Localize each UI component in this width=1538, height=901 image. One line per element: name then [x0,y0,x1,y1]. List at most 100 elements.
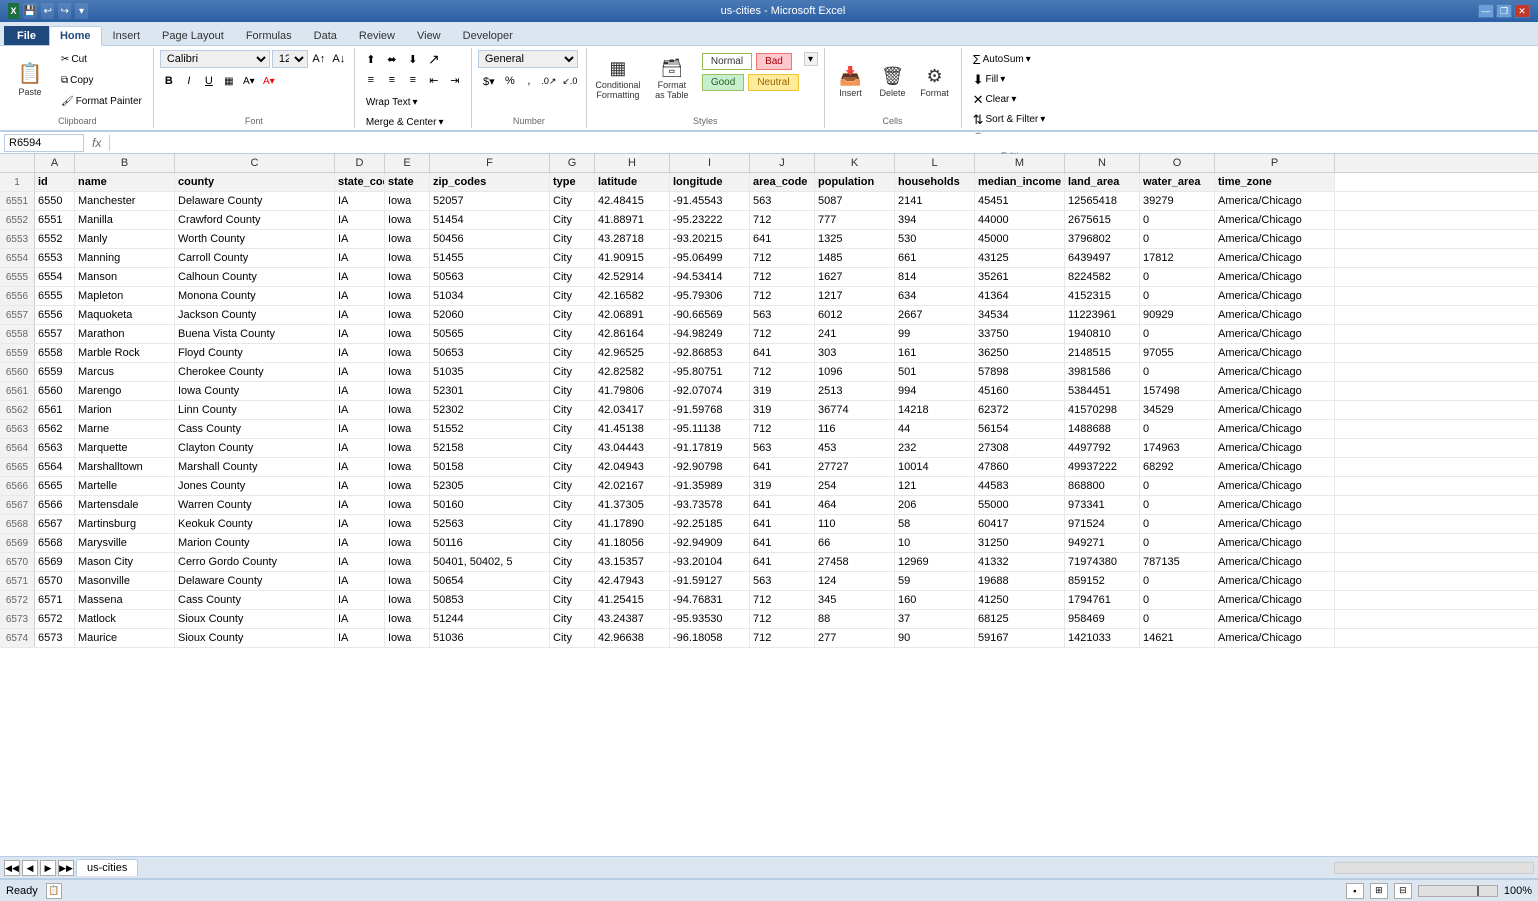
cell[interactable]: 116 [815,420,895,438]
format-table-button[interactable]: 🗃 Format as Table [647,50,697,108]
cell[interactable]: -93.20215 [670,230,750,248]
cell[interactable]: America/Chicago [1215,572,1335,590]
cell[interactable]: America/Chicago [1215,363,1335,381]
cell[interactable]: Martinsburg [75,515,175,533]
insert-button[interactable]: 📥 Insert [831,53,871,111]
cell[interactable]: Iowa [385,249,430,267]
cell[interactable]: America/Chicago [1215,439,1335,457]
format-button[interactable]: ⚙ Format [915,53,955,111]
cell[interactable]: 6567 [35,515,75,533]
cell[interactable]: 52301 [430,382,550,400]
table-row[interactable]: 65576556MaquoketaJackson CountyIAIowa520… [0,306,1538,325]
cell[interactable]: 41.18056 [595,534,670,552]
cell[interactable]: 41.88971 [595,211,670,229]
border-btn[interactable]: ▦ [220,72,238,90]
align-bottom-btn[interactable]: ⬇ [403,50,423,68]
cell[interactable]: America/Chicago [1215,629,1335,647]
cell[interactable]: IA [335,572,385,590]
col-header-P[interactable]: P [1215,154,1335,172]
align-right-btn[interactable]: ≡ [403,71,423,89]
cell[interactable]: Marble Rock [75,344,175,362]
cell[interactable]: 41.37305 [595,496,670,514]
cell[interactable]: Delaware County [175,572,335,590]
close-btn[interactable]: ✕ [1514,4,1530,18]
cell[interactable]: City [550,249,595,267]
cell[interactable]: -94.98249 [670,325,750,343]
cell[interactable]: 501 [895,363,975,381]
cell[interactable]: 859152 [1065,572,1140,590]
cell[interactable]: 1940810 [1065,325,1140,343]
cell[interactable]: Mason City [75,553,175,571]
table-row[interactable]: 65706569Mason CityCerro Gordo CountyIAIo… [0,553,1538,572]
cell[interactable]: 6561 [35,401,75,419]
cell[interactable]: -92.07074 [670,382,750,400]
cell[interactable]: 41.17890 [595,515,670,533]
table-row[interactable]: 65596558Marble RockFloyd CountyIAIowa506… [0,344,1538,363]
cell[interactable]: Iowa [385,439,430,457]
cell[interactable]: 0 [1140,325,1215,343]
cell[interactable]: type [550,173,595,191]
cell[interactable]: 0 [1140,230,1215,248]
cell[interactable]: 0 [1140,515,1215,533]
cell[interactable]: land_area [1065,173,1140,191]
cell[interactable]: 814 [895,268,975,286]
cell[interactable]: Floyd County [175,344,335,362]
cell[interactable]: 58 [895,515,975,533]
table-row[interactable]: 65736572MatlockSioux CountyIAIowa51244Ci… [0,610,1538,629]
cell[interactable]: 49937222 [1065,458,1140,476]
cell[interactable]: City [550,610,595,628]
cell[interactable]: water_area [1140,173,1215,191]
cell[interactable]: Carroll County [175,249,335,267]
cell[interactable]: 41.90915 [595,249,670,267]
table-row[interactable]: 65716570MasonvilleDelaware CountyIAIowa5… [0,572,1538,591]
cell[interactable]: Maurice [75,629,175,647]
cell[interactable]: -90.66569 [670,306,750,324]
cell[interactable]: America/Chicago [1215,249,1335,267]
cell[interactable]: 787135 [1140,553,1215,571]
sheet-tab-us-cities[interactable]: us-cities [76,859,138,876]
cell[interactable]: 6565 [35,477,75,495]
col-header-F[interactable]: F [430,154,550,172]
cell[interactable]: City [550,382,595,400]
cell[interactable]: 4497792 [1065,439,1140,457]
cell[interactable]: 41570298 [1065,401,1140,419]
cell[interactable]: Buena Vista County [175,325,335,343]
cell[interactable]: zip_codes [430,173,550,191]
cell[interactable]: City [550,515,595,533]
table-row[interactable]: 65586557MarathonBuena Vista CountyIAIowa… [0,325,1538,344]
page-break-view-btn[interactable]: ⊟ [1394,883,1412,899]
cell[interactable]: 12565418 [1065,192,1140,210]
cell[interactable]: 42.48415 [595,192,670,210]
cell[interactable]: Iowa [385,591,430,609]
cell[interactable]: America/Chicago [1215,230,1335,248]
cell[interactable]: 949271 [1065,534,1140,552]
col-header-A[interactable]: A [35,154,75,172]
cell[interactable]: 43.04443 [595,439,670,457]
cell[interactable]: 0 [1140,610,1215,628]
cell[interactable]: county [175,173,335,191]
cell[interactable]: 51036 [430,629,550,647]
cell[interactable]: -95.80751 [670,363,750,381]
cell[interactable]: Marathon [75,325,175,343]
cell[interactable]: America/Chicago [1215,420,1335,438]
cell[interactable]: City [550,534,595,552]
minimize-btn[interactable]: — [1478,4,1494,18]
cell[interactable]: 42.03417 [595,401,670,419]
cell[interactable]: 41.79806 [595,382,670,400]
cell[interactable]: 641 [750,553,815,571]
cell[interactable]: Keokuk County [175,515,335,533]
number-format-select[interactable]: General Number Currency Accounting Date … [478,50,578,68]
cell[interactable]: City [550,439,595,457]
page-layout-view-btn[interactable]: ⊞ [1370,883,1388,899]
cell[interactable]: 43125 [975,249,1065,267]
cell[interactable]: -93.20104 [670,553,750,571]
table-row[interactable]: 65666565MartelleJones CountyIAIowa52305C… [0,477,1538,496]
cell[interactable]: Worth County [175,230,335,248]
tab-data[interactable]: Data [303,26,348,45]
cell[interactable]: 41364 [975,287,1065,305]
cell[interactable]: City [550,591,595,609]
cell[interactable]: Cass County [175,420,335,438]
cell[interactable]: 2667 [895,306,975,324]
cell[interactable]: Iowa [385,268,430,286]
cell[interactable]: America/Chicago [1215,268,1335,286]
